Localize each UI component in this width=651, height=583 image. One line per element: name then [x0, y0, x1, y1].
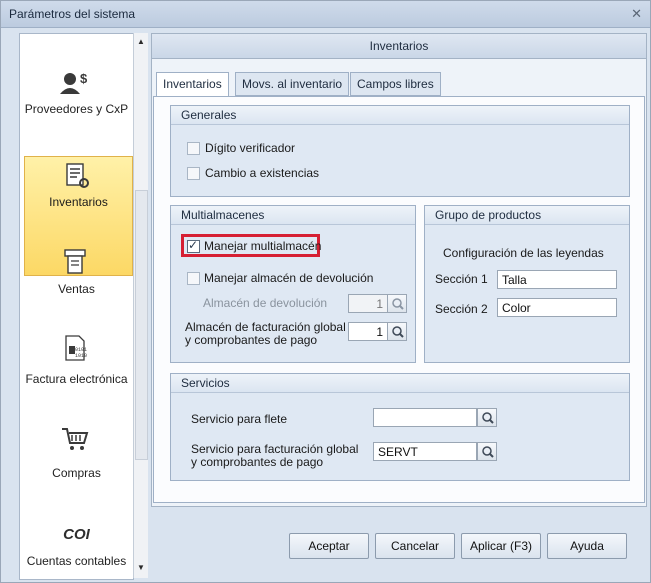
- almacen-facturacion-label-line2: y comprobantes de pago: [185, 333, 318, 347]
- cambio-existencias-label: Cambio a existencias: [205, 166, 320, 180]
- generales-group: Generales Dígito verificador Cambio a ex…: [170, 105, 630, 197]
- ayuda-button[interactable]: Ayuda: [547, 533, 627, 559]
- servicio-flete-label: Servicio para flete: [191, 412, 288, 426]
- group-title: Grupo de productos: [425, 206, 629, 225]
- scroll-up-icon[interactable]: ▲: [137, 37, 145, 46]
- close-icon[interactable]: ✕: [631, 6, 642, 22]
- almacen-devolucion-lookup[interactable]: [387, 294, 407, 313]
- sidebar-item-label: Cuentas contables: [26, 554, 127, 568]
- seccion1-input[interactable]: Talla: [497, 270, 617, 289]
- tab-movs-inventario[interactable]: Movs. al inventario: [235, 72, 350, 96]
- tab-inventarios[interactable]: Inventarios: [156, 72, 229, 97]
- group-title: Generales: [171, 106, 629, 125]
- shopping-cart-icon: [62, 428, 89, 450]
- scroll-thumb[interactable]: [135, 190, 148, 460]
- seccion1-label: Sección 1: [435, 272, 488, 286]
- group-title: Servicios: [171, 374, 629, 393]
- sidebar-item-label: Proveedores y CxP: [24, 102, 129, 116]
- scroll-down-icon[interactable]: ▼: [137, 563, 145, 572]
- sidebar-item-label: Inventarios: [49, 195, 108, 209]
- sidebar-item-label: Compras: [52, 466, 101, 480]
- servicio-flete-input[interactable]: [373, 408, 477, 427]
- cancelar-button[interactable]: Cancelar: [375, 533, 455, 559]
- system-parameters-window: Parámetros del sistema ✕ $ Proveedores y…: [0, 0, 651, 583]
- servicio-facturacion-input[interactable]: SERVT: [373, 442, 477, 461]
- sidebar-item-compras[interactable]: Compras: [20, 424, 133, 488]
- suppliers-icon: $: [60, 71, 88, 94]
- servicios-group: Servicios Servicio para flete Servicio p…: [170, 373, 630, 481]
- search-icon: [392, 298, 404, 310]
- electronic-invoice-icon: 0101 1010: [65, 335, 87, 361]
- multialmacenes-group: Multialmacenes Manejar multialmacén Mane…: [170, 205, 416, 363]
- servicio-facturacion-label-line2: y comprobantes de pago: [191, 455, 324, 469]
- search-icon: [392, 326, 404, 338]
- almacen-facturacion-input[interactable]: 1: [348, 322, 388, 341]
- svg-text:1010: 1010: [75, 353, 87, 359]
- grupo-productos-group: Grupo de productos Configuración de las …: [424, 205, 630, 363]
- almacen-devolucion-label: Almacén de devolución: [203, 296, 328, 310]
- seccion2-label: Sección 2: [435, 302, 488, 316]
- tab-campos-libres[interactable]: Campos libres: [350, 72, 441, 96]
- leyendas-label: Configuración de las leyendas: [443, 246, 604, 260]
- main-panel: Inventarios Inventarios Movs. al inventa…: [151, 33, 647, 507]
- group-title: Multialmacenes: [171, 206, 415, 225]
- search-icon: [482, 412, 494, 424]
- servicio-flete-lookup[interactable]: [477, 408, 497, 427]
- sidebar-item-ventas[interactable]: Ventas: [20, 246, 133, 306]
- sidebar-scrollbar[interactable]: ▲ ▼: [133, 33, 148, 578]
- inventory-icon: [66, 163, 89, 188]
- sidebar-item-label: Ventas: [58, 282, 95, 296]
- servicio-facturacion-label-line1: Servicio para facturación global: [191, 442, 359, 456]
- sidebar-item-label: Factura electrónica: [25, 372, 128, 386]
- manejar-devolucion-checkbox[interactable]: [187, 272, 200, 285]
- aplicar-button[interactable]: Aplicar (F3): [461, 533, 541, 559]
- svg-text:$: $: [80, 71, 88, 86]
- almacen-facturacion-lookup[interactable]: [387, 322, 407, 341]
- title-bar: Parámetros del sistema ✕: [1, 1, 650, 28]
- seccion2-input[interactable]: Color: [497, 298, 617, 317]
- coi-icon: COI: [63, 526, 90, 543]
- sales-icon: [64, 249, 86, 274]
- digito-verificador-checkbox[interactable]: [187, 142, 200, 155]
- aceptar-button[interactable]: Aceptar: [289, 533, 369, 559]
- panel-header: Inventarios: [152, 34, 646, 59]
- servicio-facturacion-lookup[interactable]: [477, 442, 497, 461]
- sidebar-item-factura[interactable]: 0101 1010 Factura electrónica: [20, 332, 133, 392]
- tab-content: Generales Dígito verificador Cambio a ex…: [153, 96, 645, 503]
- manejar-multialmacen-label: Manejar multialmacén: [204, 239, 322, 253]
- almacen-facturacion-label-line1: Almacén de facturación global: [185, 320, 346, 334]
- almacen-devolucion-input[interactable]: 1: [348, 294, 388, 313]
- digito-verificador-label: Dígito verificador: [205, 141, 296, 155]
- manejar-devolucion-label: Manejar almacén de devolución: [204, 271, 374, 285]
- sidebar: $ Proveedores y CxP Inventarios Ventas 0…: [19, 33, 134, 580]
- search-icon: [482, 446, 494, 458]
- cambio-existencias-checkbox[interactable]: [187, 167, 200, 180]
- window-title: Parámetros del sistema: [9, 7, 136, 21]
- sidebar-item-cuentas[interactable]: COI Cuentas contables: [20, 524, 133, 578]
- manejar-multialmacen-checkbox[interactable]: [187, 238, 200, 253]
